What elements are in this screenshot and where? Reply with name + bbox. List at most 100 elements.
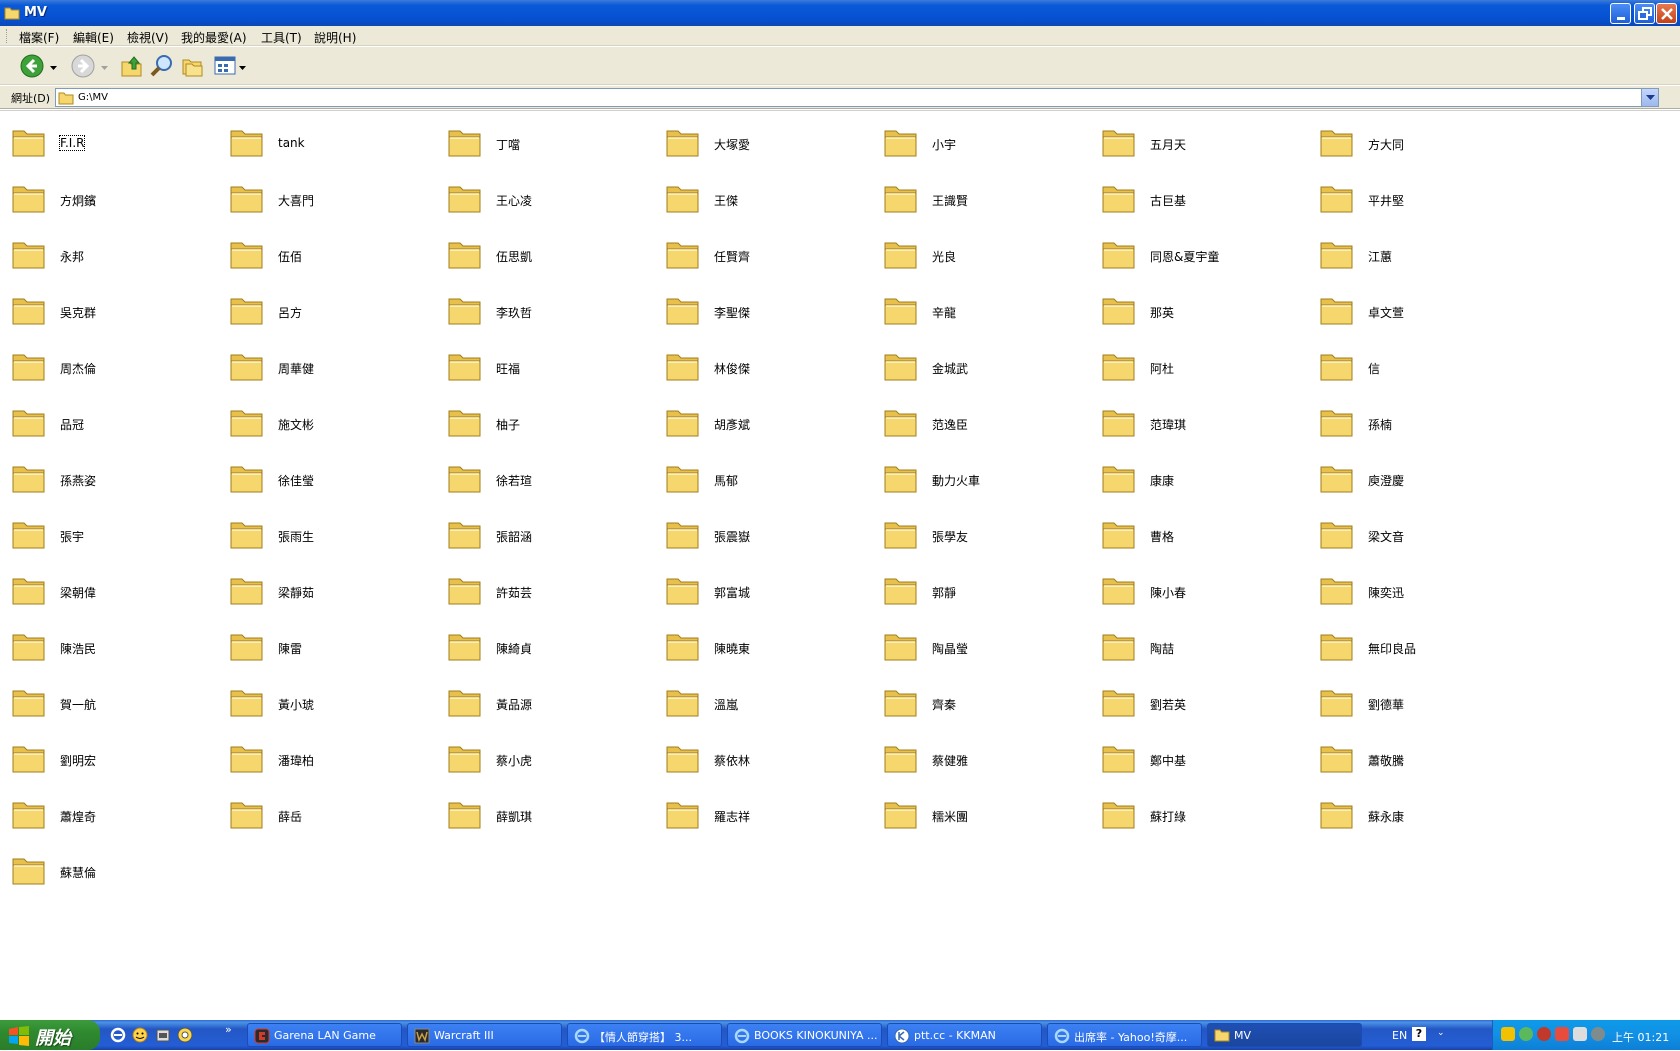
menu-edit[interactable]: 編輯(E) [73, 29, 114, 46]
folder-item[interactable]: 金城武 [882, 347, 1092, 397]
menu-help[interactable]: 說明(H) [314, 29, 356, 46]
folder-item[interactable]: 王識賢 [882, 179, 1092, 229]
folder-item[interactable]: 那英 [1100, 291, 1310, 341]
folder-item[interactable]: 曹格 [1100, 515, 1310, 565]
folder-item[interactable]: 王傑 [664, 179, 874, 229]
folder-item[interactable]: 梁靜茹 [228, 571, 438, 621]
folder-item[interactable]: 郭靜 [882, 571, 1092, 621]
folder-item[interactable]: 梁朝偉 [10, 571, 220, 621]
messenger-quicklaunch-icon[interactable] [132, 1027, 148, 1043]
folder-item[interactable]: 方炯鑌 [10, 179, 220, 229]
folder-item[interactable]: 五月天 [1100, 123, 1310, 173]
folder-item[interactable]: 辛龍 [882, 291, 1092, 341]
folder-item[interactable]: 光良 [882, 235, 1092, 285]
folders-icon[interactable] [181, 54, 205, 81]
forward-icon[interactable] [71, 54, 95, 81]
folder-item[interactable]: 陳雷 [228, 627, 438, 677]
folder-item[interactable]: 張雨生 [228, 515, 438, 565]
address-input[interactable]: G:\MV [55, 88, 1659, 107]
title-bar[interactable]: MV [0, 0, 1680, 26]
help-icon[interactable]: ? [1412, 1027, 1426, 1041]
language-indicator[interactable]: EN [1392, 1029, 1407, 1042]
folder-item[interactable]: 蔡依林 [664, 739, 874, 789]
task-warcraft[interactable]: Warcraft III [407, 1023, 562, 1047]
folder-item[interactable]: 蘇慧倫 [10, 851, 220, 901]
menu-file[interactable]: 檔案(F) [19, 29, 59, 46]
start-button[interactable]: 開始 [0, 1020, 100, 1050]
folder-item[interactable]: 鄭中基 [1100, 739, 1310, 789]
folder-item[interactable]: 柚子 [446, 403, 656, 453]
menu-tools[interactable]: 工具(T) [261, 29, 302, 46]
back-icon[interactable] [20, 54, 44, 81]
security-shield-icon[interactable] [1501, 1027, 1515, 1041]
folder-item[interactable]: 品冠 [10, 403, 220, 453]
task-ie-books[interactable]: BOOKS KINOKUNIYA ... [727, 1023, 882, 1047]
search-icon[interactable] [150, 54, 174, 81]
folder-item[interactable]: 阿杜 [1100, 347, 1310, 397]
folder-item[interactable]: 陳浩民 [10, 627, 220, 677]
folder-item[interactable]: 伍思凱 [446, 235, 656, 285]
folder-item[interactable]: 齊秦 [882, 683, 1092, 733]
folder-item[interactable]: 張宇 [10, 515, 220, 565]
task-ie-fashion[interactable]: 【情人節穿搭】 3... [567, 1023, 722, 1047]
quicklaunch-overflow-icon[interactable]: » [225, 1023, 241, 1039]
folder-item[interactable]: 孫燕姿 [10, 459, 220, 509]
folder-item[interactable]: 范逸臣 [882, 403, 1092, 453]
folder-item[interactable]: 范瑋琪 [1100, 403, 1310, 453]
folder-item[interactable]: 胡彥斌 [664, 403, 874, 453]
folder-item[interactable]: 蘇打綠 [1100, 795, 1310, 845]
toolbar-grip[interactable] [6, 29, 9, 43]
folder-item[interactable]: 施文彬 [228, 403, 438, 453]
user-status-icon[interactable] [1537, 1027, 1551, 1041]
folder-item[interactable]: 徐若瑄 [446, 459, 656, 509]
folder-item[interactable]: 江蕙 [1318, 235, 1528, 285]
folder-item[interactable]: 陳小春 [1100, 571, 1310, 621]
folder-item[interactable]: 伍佰 [228, 235, 438, 285]
folder-item[interactable]: 小宇 [882, 123, 1092, 173]
folder-item[interactable]: 康康 [1100, 459, 1310, 509]
folder-item[interactable]: 黃品源 [446, 683, 656, 733]
views-icon[interactable] [214, 55, 238, 80]
folder-item[interactable]: 陳奕迅 [1318, 571, 1528, 621]
folder-item[interactable]: 劉若英 [1100, 683, 1310, 733]
folder-item[interactable]: 劉明宏 [10, 739, 220, 789]
folder-item[interactable]: 大塚愛 [664, 123, 874, 173]
messenger-status-icon[interactable] [1519, 1027, 1533, 1041]
folder-item[interactable]: 陳曉東 [664, 627, 874, 677]
folder-item[interactable]: 蘇永康 [1318, 795, 1528, 845]
folder-item[interactable]: 林俊傑 [664, 347, 874, 397]
folder-item[interactable]: 徐佳瑩 [228, 459, 438, 509]
folder-item[interactable]: 薛岳 [228, 795, 438, 845]
task-kkman[interactable]: ptt.cc - KKMAN [887, 1023, 1042, 1047]
address-dropdown-button[interactable] [1641, 89, 1658, 106]
folder-item[interactable]: 郭富城 [664, 571, 874, 621]
folder-item[interactable]: 王心凌 [446, 179, 656, 229]
menu-favorites[interactable]: 我的最愛(A) [181, 29, 247, 46]
folder-item[interactable]: 庾澄慶 [1318, 459, 1528, 509]
restore-button[interactable] [1634, 3, 1655, 24]
folder-item[interactable]: 陳綺貞 [446, 627, 656, 677]
folder-item[interactable]: 薛凱琪 [446, 795, 656, 845]
network-icon[interactable] [1591, 1027, 1605, 1041]
folder-item[interactable]: 信 [1318, 347, 1528, 397]
folder-item[interactable]: 任賢齊 [664, 235, 874, 285]
folder-item[interactable]: 方大同 [1318, 123, 1528, 173]
folder-item[interactable]: 張學友 [882, 515, 1092, 565]
folder-view[interactable]: F.I.R tank 丁噹 大塚愛 小宇 五月天 方大同 方炯鑌 大喜門 王心凌 [0, 110, 1680, 1018]
folder-item[interactable]: 蕭敬騰 [1318, 739, 1528, 789]
task-ie-yahoo[interactable]: 出席率 - Yahoo!奇摩... [1047, 1023, 1202, 1047]
folder-item[interactable]: 李聖傑 [664, 291, 874, 341]
folder-item[interactable]: 張韶涵 [446, 515, 656, 565]
folder-item[interactable]: 孫楠 [1318, 403, 1528, 453]
folder-item[interactable]: 蔡健雅 [882, 739, 1092, 789]
back-dropdown-icon[interactable] [50, 62, 58, 75]
folder-item[interactable]: 大喜門 [228, 179, 438, 229]
folder-item[interactable]: tank [228, 123, 438, 173]
up-folder-icon[interactable] [120, 54, 144, 81]
minimize-button[interactable] [1610, 3, 1631, 24]
folder-item[interactable]: 潘瑋柏 [228, 739, 438, 789]
folder-item[interactable]: 劉德華 [1318, 683, 1528, 733]
folder-item[interactable]: 周華健 [228, 347, 438, 397]
folder-item[interactable]: 蕭煌奇 [10, 795, 220, 845]
folder-item[interactable]: 旺福 [446, 347, 656, 397]
